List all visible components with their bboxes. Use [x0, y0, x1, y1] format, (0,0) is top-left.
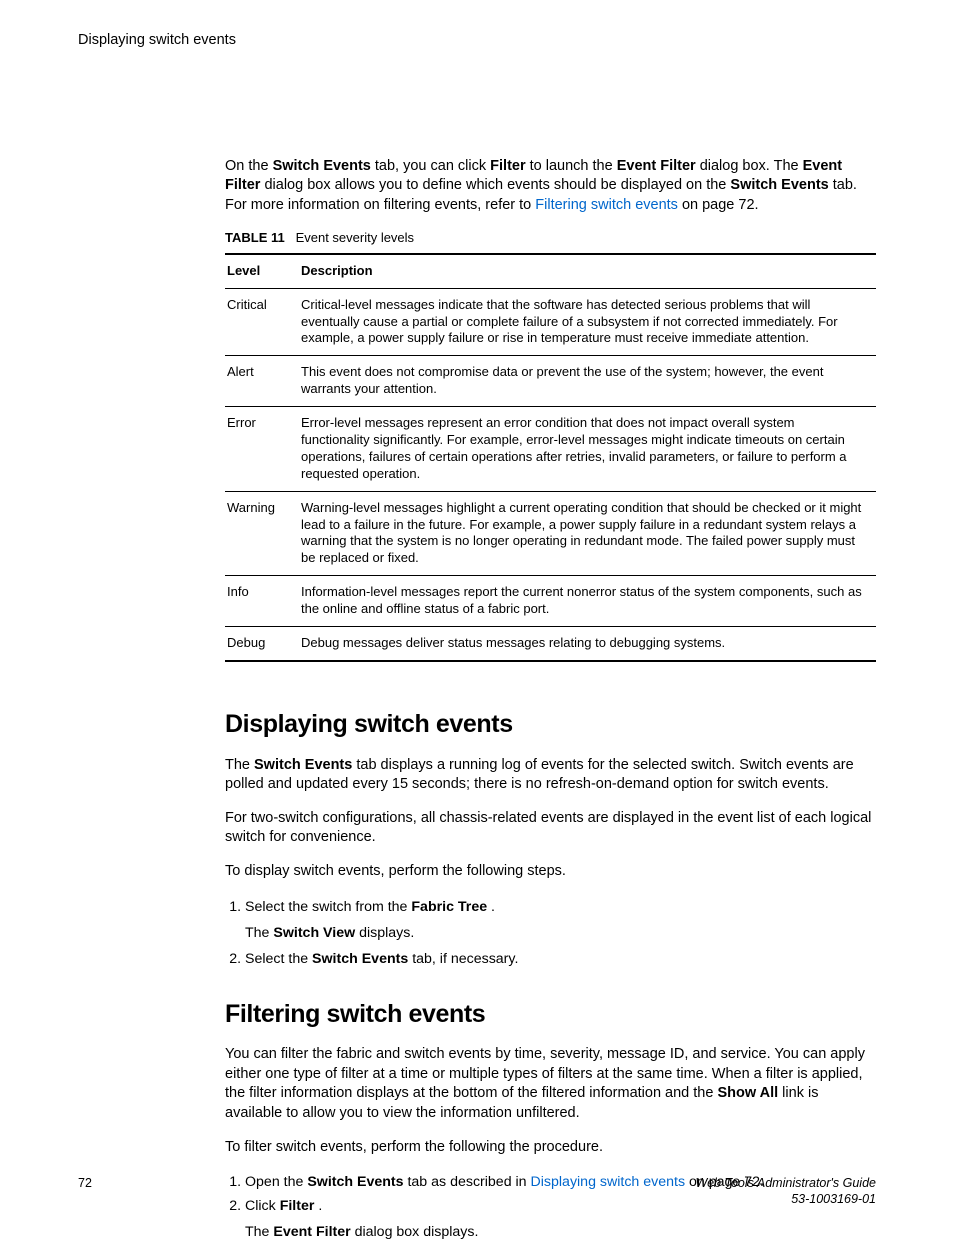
- term-event-filter: Event Filter: [273, 1224, 350, 1240]
- cell-desc: Error-level messages represent an error …: [299, 407, 876, 492]
- text: dialog box displays.: [351, 1224, 479, 1240]
- term-switch-events: Switch Events: [254, 757, 352, 773]
- text: tab, you can click: [371, 158, 490, 174]
- link-filtering-switch-events[interactable]: Filtering switch events: [535, 197, 678, 213]
- page-footer: 72 Web Tools Administrator's Guide 53-10…: [78, 1175, 876, 1208]
- col-description: Description: [299, 254, 876, 288]
- text: The: [245, 1224, 273, 1240]
- severity-table: Level Description Critical Critical-leve…: [225, 253, 876, 662]
- term-switch-view: Switch View: [273, 925, 355, 941]
- step-1: Select the switch from the Fabric Tree .…: [245, 896, 876, 944]
- cell-level: Info: [225, 576, 299, 627]
- page-number: 72: [78, 1175, 92, 1192]
- cell-desc: Warning-level messages highlight a curre…: [299, 491, 876, 576]
- text: .: [487, 899, 495, 915]
- table-caption: TABLE 11 Event severity levels: [225, 229, 876, 247]
- text: displays.: [355, 925, 414, 941]
- footer-title: Web Tools Administrator's Guide: [696, 1175, 876, 1191]
- heading-filtering-switch-events: Filtering switch events: [225, 998, 876, 1032]
- body-text: To display switch events, perform the fo…: [225, 862, 876, 882]
- cell-desc: Information-level messages report the cu…: [299, 576, 876, 627]
- cell-desc: Critical-level messages indicate that th…: [299, 288, 876, 356]
- term-switch-events: Switch Events: [273, 158, 371, 174]
- running-header: Displaying switch events: [78, 31, 876, 51]
- steps-list: Select the switch from the Fabric Tree .…: [225, 896, 876, 970]
- text: on page 72.: [678, 197, 759, 213]
- cell-level: Critical: [225, 288, 299, 356]
- text: Select the: [245, 951, 312, 967]
- body-text: To filter switch events, perform the fol…: [225, 1138, 876, 1158]
- text: dialog box allows you to define which ev…: [260, 177, 730, 193]
- step-result: The Event Filter dialog box displays.: [245, 1221, 876, 1243]
- body-text: The Switch Events tab displays a running…: [225, 756, 876, 795]
- table-title: Event severity levels: [296, 230, 415, 245]
- intro-paragraph: On the Switch Events tab, you can click …: [225, 157, 876, 216]
- table-row: Warning Warning-level messages highlight…: [225, 491, 876, 576]
- step-result: The Switch View displays.: [245, 922, 876, 944]
- table-label: TABLE 11: [225, 230, 285, 245]
- text: dialog box. The: [696, 158, 803, 174]
- term-event-filter: Event Filter: [617, 158, 696, 174]
- footer-docno: 53-1003169-01: [696, 1191, 876, 1207]
- heading-displaying-switch-events: Displaying switch events: [225, 708, 876, 742]
- term-filter: Filter: [490, 158, 525, 174]
- body-text: You can filter the fabric and switch eve…: [225, 1045, 876, 1123]
- table-row: Error Error-level messages represent an …: [225, 407, 876, 492]
- table-row: Info Information-level messages report t…: [225, 576, 876, 627]
- term-show-all: Show All: [717, 1085, 778, 1101]
- cell-level: Alert: [225, 356, 299, 407]
- text: to launch the: [526, 158, 617, 174]
- term-fabric-tree: Fabric Tree: [411, 899, 487, 915]
- body-text: For two-switch configurations, all chass…: [225, 809, 876, 848]
- text: On the: [225, 158, 273, 174]
- cell-desc: Debug messages deliver status messages r…: [299, 627, 876, 661]
- step-2: Select the Switch Events tab, if necessa…: [245, 948, 876, 970]
- cell-level: Debug: [225, 627, 299, 661]
- table-row: Alert This event does not compromise dat…: [225, 356, 876, 407]
- cell-desc: This event does not compromise data or p…: [299, 356, 876, 407]
- table-row: Critical Critical-level messages indicat…: [225, 288, 876, 356]
- text: tab, if necessary.: [408, 951, 518, 967]
- cell-level: Error: [225, 407, 299, 492]
- cell-level: Warning: [225, 491, 299, 576]
- term-switch-events: Switch Events: [312, 951, 408, 967]
- term-switch-events: Switch Events: [730, 177, 828, 193]
- table-row: Debug Debug messages deliver status mess…: [225, 627, 876, 661]
- text: Select the switch from the: [245, 899, 411, 915]
- text: The: [245, 925, 273, 941]
- col-level: Level: [225, 254, 299, 288]
- text: The: [225, 757, 254, 773]
